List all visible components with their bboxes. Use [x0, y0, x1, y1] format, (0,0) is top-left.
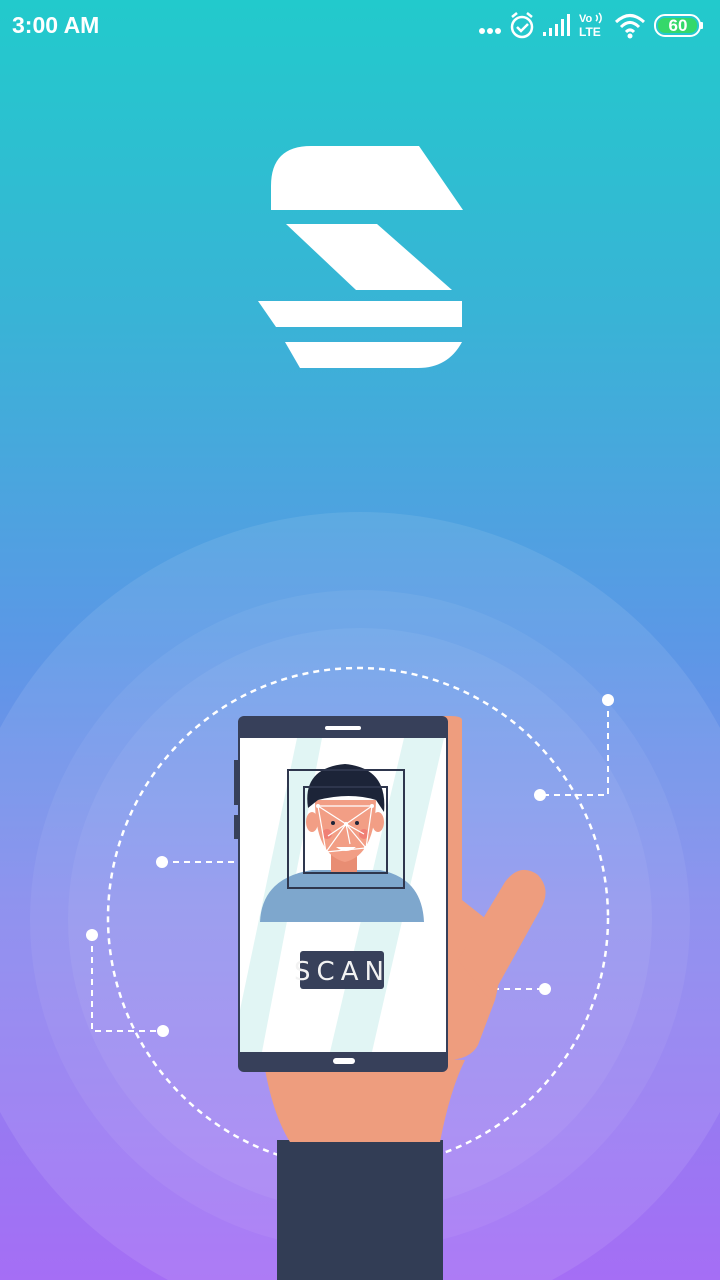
scan-button[interactable]: SCAN: [294, 951, 390, 989]
wifi-icon: [614, 14, 646, 39]
battery-level: 60: [668, 16, 688, 35]
logo-stripe-3: [258, 301, 462, 327]
volte-icon: Vo LTE: [579, 12, 602, 39]
logo-stripe-2: [286, 224, 452, 290]
volte-bottom-label: LTE: [579, 25, 601, 39]
volte-top-label: Vo: [579, 13, 593, 25]
signal-icon: [543, 14, 570, 36]
face-scan-illustration: SCAN: [0, 512, 720, 1280]
sleeve: [277, 1140, 443, 1280]
more-dots-icon: [479, 28, 501, 34]
status-time: 3:00 AM: [12, 12, 100, 38]
status-bar: 3:00 AM Vo LTE 60: [0, 0, 720, 52]
logo-stripe-4: [285, 342, 462, 368]
scan-button-label: SCAN: [294, 957, 390, 987]
battery-icon: 60: [654, 14, 704, 38]
status-icons: Vo LTE 60: [478, 10, 708, 42]
alarm-icon: [510, 12, 534, 39]
app-logo: [258, 146, 463, 368]
logo-stripe-1: [271, 146, 463, 210]
